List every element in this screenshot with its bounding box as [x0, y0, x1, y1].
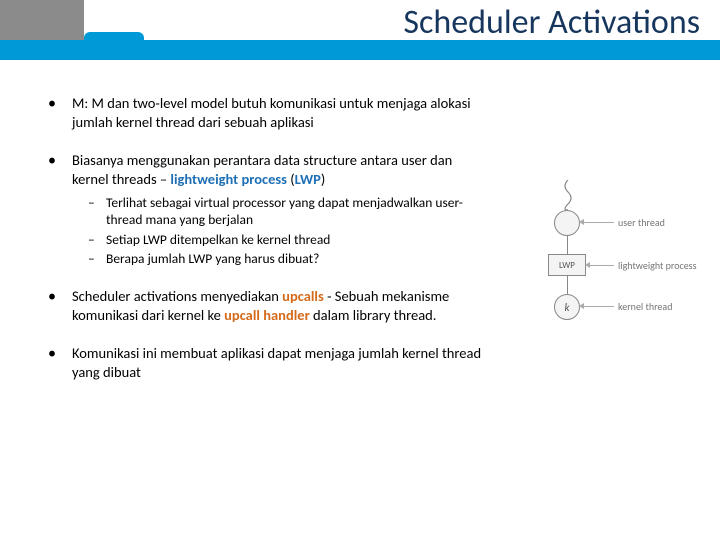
- bullet-text: (: [287, 170, 295, 188]
- connector-line: [567, 276, 568, 294]
- arrow-icon: [584, 306, 614, 307]
- diagram-label: user thread: [618, 216, 665, 229]
- bullet-item: Komunikasi ini membuat aplikasi dapat me…: [48, 344, 488, 381]
- bullet-text: Scheduler activations menyediakan: [72, 287, 282, 305]
- slide-header: Scheduler Activations: [0, 0, 720, 76]
- lwp-diagram: LWP k user thread lightweight process ke…: [516, 180, 706, 350]
- arrow-icon: [584, 222, 614, 223]
- bullet-item: Scheduler activations menyediakan upcall…: [48, 287, 488, 324]
- highlight-term: LWP: [295, 170, 321, 188]
- sub-bullet-item: Terlihat sebagai virtual processor yang …: [88, 194, 488, 229]
- header-blue-tab: [84, 32, 144, 60]
- bullet-text: Komunikasi ini membuat aplikasi dapat me…: [72, 344, 481, 381]
- header-gray-block: [0, 0, 84, 40]
- diagram-label: kernel thread: [618, 300, 672, 313]
- highlight-term: upcall handler: [224, 306, 310, 324]
- bullet-item: Biasanya menggunakan perantara data stru…: [48, 151, 488, 267]
- connector-line: [567, 236, 568, 254]
- arrow-icon: [590, 265, 614, 266]
- bullet-item: M: M dan two-level model butuh komunikas…: [48, 94, 488, 131]
- slide-content: M: M dan two-level model butuh komunikas…: [48, 94, 488, 401]
- sub-bullet-text: Setiap LWP ditempelkan ke kernel thread: [106, 231, 330, 248]
- user-thread-node: [554, 210, 580, 236]
- highlight-term: lightweight process: [170, 170, 287, 188]
- bullet-list: M: M dan two-level model butuh komunikas…: [48, 94, 488, 381]
- sub-bullet-text: Terlihat sebagai virtual processor yang …: [106, 194, 463, 228]
- lwp-box: LWP: [548, 254, 586, 276]
- slide-title: Scheduler Activations: [403, 2, 700, 43]
- sub-bullet-item: Berapa jumlah LWP yang harus dibuat?: [88, 250, 488, 267]
- diagram-label: lightweight process: [618, 259, 697, 272]
- sub-bullet-list: Terlihat sebagai virtual processor yang …: [88, 194, 488, 267]
- bullet-text: ): [321, 170, 325, 188]
- bullet-text: M: M dan two-level model butuh komunikas…: [72, 94, 471, 131]
- sub-bullet-item: Setiap LWP ditempelkan ke kernel thread: [88, 231, 488, 248]
- sub-bullet-text: Berapa jumlah LWP yang harus dibuat?: [106, 250, 319, 267]
- bullet-text: dalam library thread.: [310, 306, 437, 324]
- thread-wave-icon: [558, 180, 578, 210]
- highlight-term: upcalls: [282, 287, 324, 305]
- kernel-thread-node: k: [554, 294, 580, 320]
